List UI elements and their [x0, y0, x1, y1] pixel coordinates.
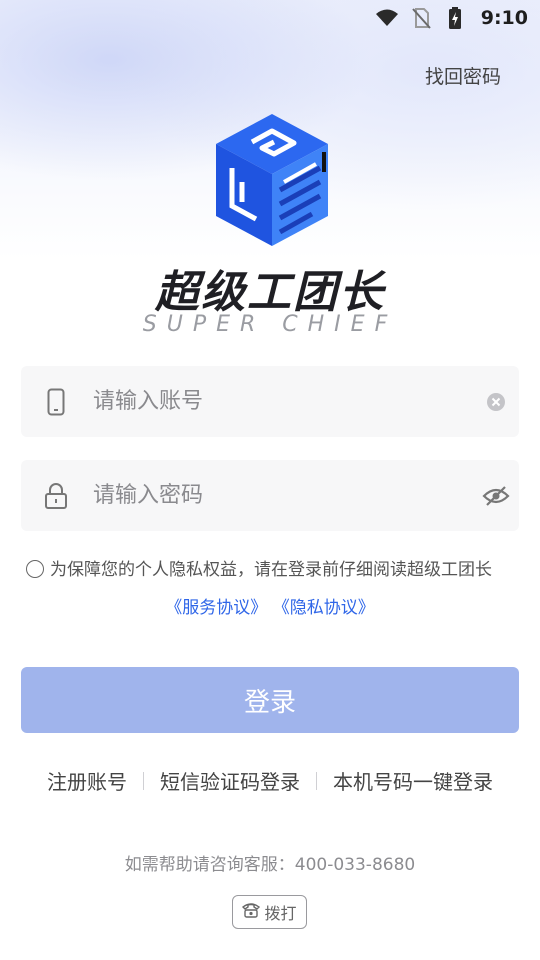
brand-name: 超级工团长 [155, 267, 385, 318]
phone-icon [44, 388, 68, 416]
agreement-label: 为保障您的个人隐私权益，请在登录前仔细阅读超级工团长 [50, 560, 492, 580]
brand-subtitle: SUPER CHIEF [142, 312, 398, 337]
register-link[interactable]: 注册账号 [47, 766, 127, 795]
battery-charging-icon [443, 6, 467, 30]
account-field[interactable] [21, 366, 519, 437]
agreement-text: 为保障您的个人隐私权益，请在登录前仔细阅读超级工团长 [26, 558, 526, 582]
customer-service-text: 如需帮助请咨询客服：400-033-8680 [124, 855, 416, 875]
agreement-checkbox[interactable] [26, 560, 44, 578]
password-field[interactable] [21, 460, 519, 531]
password-input[interactable] [93, 460, 481, 531]
agreement-links: 《服务协议》 《隐私协议》 [0, 593, 540, 618]
forgot-password-link[interactable]: 找回密码 [425, 62, 501, 89]
eye-off-icon[interactable] [481, 481, 511, 511]
wifi-icon [375, 6, 399, 30]
status-bar: 9:10 [0, 0, 540, 36]
sms-login-link[interactable]: 短信验证码登录 [160, 766, 300, 795]
one-click-login-link[interactable]: 本机号码一键登录 [333, 766, 493, 795]
service-agreement-link[interactable]: 《服务协议》 [165, 598, 267, 618]
divider [143, 771, 144, 790]
privacy-agreement-link[interactable]: 《隐私协议》 [273, 598, 375, 618]
login-button[interactable]: 登录 [21, 667, 519, 733]
divider [316, 771, 317, 790]
account-input[interactable] [93, 366, 481, 437]
brand-logo [212, 112, 332, 248]
telephone-icon [242, 902, 261, 922]
dial-button[interactable]: 拨打 [232, 895, 307, 929]
clear-icon[interactable] [481, 387, 511, 417]
alt-login-links: 注册账号 短信验证码登录 本机号码一键登录 [0, 766, 540, 795]
dial-label: 拨打 [264, 904, 297, 923]
no-sim-icon [409, 6, 433, 30]
lock-icon [44, 482, 68, 510]
status-time: 9:10 [480, 7, 528, 29]
